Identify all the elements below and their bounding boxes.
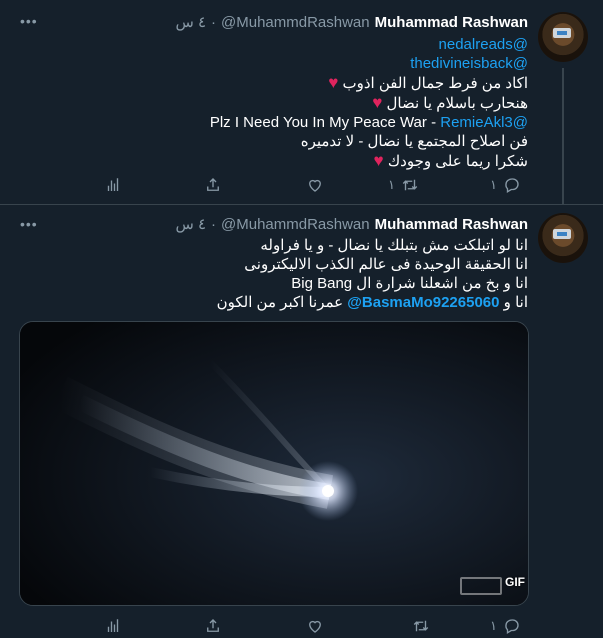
user-handle[interactable]: @MuhammdRashwan bbox=[221, 14, 370, 31]
tweet-line: انا لو اتبلكت مش بتبلك يا نضال - و يا فر… bbox=[260, 237, 528, 254]
tweet-actions: ١ ١ bbox=[100, 173, 528, 197]
like-button[interactable] bbox=[306, 614, 324, 638]
retweet-icon bbox=[413, 620, 429, 632]
like-button[interactable] bbox=[306, 173, 324, 197]
mention-link[interactable]: @BasmaMo92265060 bbox=[347, 294, 499, 311]
more-options-icon[interactable]: ••• bbox=[20, 14, 38, 28]
tweet-line: عمرنا اكبر من الكون bbox=[216, 294, 344, 311]
analytics-button[interactable] bbox=[104, 173, 122, 197]
mention-link[interactable]: @thedivineisback bbox=[410, 55, 528, 72]
retweet-button[interactable]: ١ bbox=[388, 173, 419, 197]
tweet-line: شكرا ريما على وجودك bbox=[387, 153, 528, 170]
timestamp[interactable]: ٤ س bbox=[175, 13, 206, 31]
heart-emoji: ♥ bbox=[373, 151, 384, 170]
separator-dot: · bbox=[211, 13, 216, 31]
tweet-line: انا و bbox=[503, 294, 528, 311]
tweet-line: Plz I Need You In My Peace War - bbox=[209, 114, 437, 131]
retweet-button[interactable] bbox=[406, 614, 430, 638]
share-icon bbox=[207, 178, 219, 191]
tweet-line: فن اصلاح المجتمع يا نضال - لا تدميره bbox=[300, 133, 528, 150]
more-options-icon[interactable]: ••• bbox=[20, 217, 38, 231]
heart-outline-icon bbox=[309, 179, 321, 192]
share-button[interactable] bbox=[204, 614, 222, 638]
tweet-line: اكاد من فرط جمال الفن اذوب bbox=[342, 75, 528, 92]
tweet-actions: ١ bbox=[100, 614, 528, 638]
gif-media[interactable]: GIF bbox=[19, 321, 529, 606]
tweet-header: Muhammad Rashwan @MuhammdRashwan · ٤ س bbox=[175, 214, 528, 234]
separator-dot: · bbox=[211, 215, 216, 233]
retweet-icon bbox=[402, 179, 418, 191]
analytics-icon bbox=[107, 178, 119, 191]
tweet-header: Muhammad Rashwan @MuhammdRashwan · ٤ س bbox=[175, 12, 528, 32]
display-name[interactable]: Muhammad Rashwan bbox=[375, 216, 528, 233]
thread-line bbox=[562, 68, 564, 204]
reply-button[interactable]: ١ bbox=[490, 614, 521, 638]
reply-button[interactable]: ١ bbox=[490, 173, 521, 197]
share-button[interactable] bbox=[204, 173, 222, 197]
mention-link[interactable]: @nedalreads bbox=[439, 36, 528, 53]
tweet-text: انا لو اتبلكت مش بتبلك يا نضال - و يا فر… bbox=[100, 236, 528, 312]
gif-comet-image bbox=[20, 322, 528, 605]
analytics-button[interactable] bbox=[104, 614, 122, 638]
heart-emoji: ♥ bbox=[328, 73, 339, 92]
retweet-count: ١ bbox=[388, 177, 395, 192]
avatar[interactable] bbox=[538, 213, 588, 263]
display-name[interactable]: Muhammad Rashwan bbox=[375, 14, 528, 31]
reply-icon bbox=[505, 619, 519, 634]
reply-icon bbox=[505, 178, 519, 193]
heart-outline-icon bbox=[309, 620, 321, 633]
reply-count: ١ bbox=[490, 618, 497, 633]
user-handle[interactable]: @MuhammdRashwan bbox=[221, 216, 370, 233]
timestamp[interactable]: ٤ س bbox=[175, 215, 206, 233]
tweet-line: انا الحقيقة الوحيدة فى عالم الكذب الاليك… bbox=[244, 256, 528, 273]
gif-badge: GIF bbox=[505, 575, 525, 589]
share-icon bbox=[207, 619, 219, 632]
mention-link[interactable]: @RemieAkl3 bbox=[440, 114, 528, 131]
tweet-1[interactable]: Muhammad Rashwan @MuhammdRashwan · ٤ س •… bbox=[0, 0, 603, 205]
tweet-line: هنحارب باسلام يا نضال bbox=[386, 95, 528, 112]
tweet-2[interactable]: Muhammad Rashwan @MuhammdRashwan · ٤ س •… bbox=[0, 205, 603, 637]
tweet-line: انا و بخ من اشعلنا شرارة ال Big Bang bbox=[291, 275, 528, 292]
tweet-text: @nedalreads @thedivineisback اكاد من فرط… bbox=[100, 35, 528, 171]
reply-count: ١ bbox=[490, 177, 497, 192]
watermark-logo bbox=[460, 577, 502, 595]
heart-emoji: ♥ bbox=[372, 93, 383, 112]
analytics-icon bbox=[107, 619, 119, 632]
avatar[interactable] bbox=[538, 12, 588, 62]
